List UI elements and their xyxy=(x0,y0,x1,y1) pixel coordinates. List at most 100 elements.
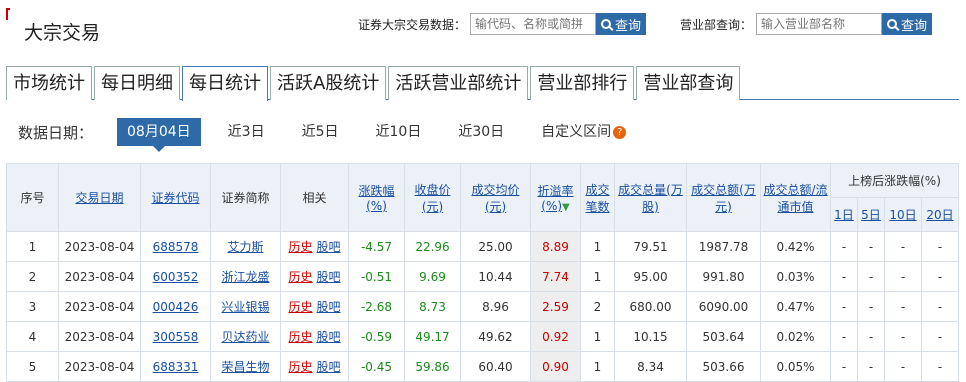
col-vol[interactable]: 成交总量(万股) xyxy=(614,163,687,232)
date-option-5d[interactable]: 近5日 xyxy=(292,118,349,146)
cell-date: 2023-08-04 xyxy=(58,351,141,382)
guba-link[interactable]: 股吧 xyxy=(317,240,341,254)
tab-market-stats[interactable]: 市场统计 xyxy=(6,66,92,100)
col-amt[interactable]: 成交总额(万元) xyxy=(686,163,761,232)
block-trade-table: 序号 交易日期 证券代码 证券简称 相关 涨跌幅(%) 收盘价(元) 成交均价(… xyxy=(6,163,960,382)
guba-link[interactable]: 股吧 xyxy=(317,330,341,344)
stock-name-link[interactable]: 浙江龙盛 xyxy=(221,270,269,284)
date-option-3d[interactable]: 近3日 xyxy=(218,118,275,146)
table-row: 1 2023-08-04 688578 艾力斯 历史 股吧 -4.57 22.96 25.00 8… xyxy=(6,231,960,262)
cell-related: 历史 股吧 xyxy=(280,261,349,292)
cell-related: 历史 股吧 xyxy=(280,351,349,382)
col-avg[interactable]: 成交均价(元) xyxy=(460,163,531,232)
cell-name[interactable]: 贝达药业 xyxy=(210,321,281,352)
sort-chg[interactable]: 涨跌幅(%) xyxy=(358,184,394,213)
history-link[interactable]: 历史 xyxy=(288,360,312,374)
tab-active-branches[interactable]: 活跃营业部统计 xyxy=(388,66,529,100)
tab-branch-ranking[interactable]: 营业部排行 xyxy=(530,66,635,100)
stock-code-link[interactable]: 688578 xyxy=(153,240,199,254)
sort-date[interactable]: 交易日期 xyxy=(75,191,123,205)
cell-seq: 3 xyxy=(6,291,59,322)
col-d5[interactable]: 5日 xyxy=(857,197,885,232)
col-premium[interactable]: 折溢率(%)▼ xyxy=(530,163,581,232)
cell-related: 历史 股吧 xyxy=(280,321,349,352)
history-link[interactable]: 历史 xyxy=(288,330,312,344)
cell-ratio: 0.03% xyxy=(760,261,831,292)
branch-search-input[interactable] xyxy=(756,13,883,35)
cell-code[interactable]: 300558 xyxy=(140,321,211,352)
cell-code[interactable]: 000426 xyxy=(140,291,211,322)
cell-premium: 8.89 xyxy=(530,231,581,262)
history-link[interactable]: 历史 xyxy=(288,300,312,314)
cell-name[interactable]: 艾力斯 xyxy=(210,231,281,262)
date-option-10d[interactable]: 近10日 xyxy=(366,118,432,146)
stock-name-link[interactable]: 荣昌生物 xyxy=(221,360,269,374)
tab-daily-stats[interactable]: 每日统计 xyxy=(182,66,268,101)
cell-d5: - xyxy=(857,351,885,382)
guba-link[interactable]: 股吧 xyxy=(317,270,341,284)
cell-d20: - xyxy=(920,321,960,352)
cell-date: 2023-08-04 xyxy=(58,291,141,322)
cell-date: 2023-08-04 xyxy=(58,231,141,262)
col-d10[interactable]: 10日 xyxy=(884,197,922,232)
col-after: 上榜后涨跌幅(%) xyxy=(830,163,959,198)
cell-code[interactable]: 688578 xyxy=(140,231,211,262)
col-code[interactable]: 证券代码 xyxy=(140,163,211,232)
sort-vol[interactable]: 成交总量(万股) xyxy=(618,183,683,214)
help-icon[interactable]: ? xyxy=(613,125,627,139)
cell-name[interactable]: 荣昌生物 xyxy=(210,351,281,382)
stock-code-link[interactable]: 300558 xyxy=(153,330,199,344)
guba-link[interactable]: 股吧 xyxy=(317,360,341,374)
col-close[interactable]: 收盘价(元) xyxy=(404,163,461,232)
sort-amt[interactable]: 成交总额(万元) xyxy=(691,183,756,214)
cell-avg: 10.44 xyxy=(460,261,531,292)
branch-search-button[interactable]: 查询 xyxy=(882,13,933,35)
cell-count: 1 xyxy=(580,231,615,262)
sort-count[interactable]: 成交笔数 xyxy=(585,183,609,214)
cell-vol: 8.34 xyxy=(614,351,687,382)
cell-chg: -4.57 xyxy=(348,231,405,262)
sort-d10[interactable]: 10日 xyxy=(889,208,916,222)
cell-chg: -0.59 xyxy=(348,321,405,352)
stock-code-link[interactable]: 600352 xyxy=(153,270,199,284)
date-option-custom[interactable]: 自定义区间? xyxy=(531,118,636,146)
tab-active-a-shares[interactable]: 活跃A股统计 xyxy=(270,66,387,100)
history-link[interactable]: 历史 xyxy=(288,270,312,284)
cell-name[interactable]: 兴业银锡 xyxy=(210,291,281,322)
guba-link[interactable]: 股吧 xyxy=(317,300,341,314)
sort-ratio[interactable]: 成交总额/流通市值 xyxy=(763,183,827,214)
cell-related: 历史 股吧 xyxy=(280,231,349,262)
stock-search-input[interactable] xyxy=(470,13,597,35)
col-ratio[interactable]: 成交总额/流通市值 xyxy=(760,163,831,232)
cell-code[interactable]: 688331 xyxy=(140,351,211,382)
date-option-30d[interactable]: 近30日 xyxy=(448,118,514,146)
stock-name-link[interactable]: 兴业银锡 xyxy=(221,300,269,314)
cell-ratio: 0.02% xyxy=(760,321,831,352)
stock-search-button[interactable]: 查询 xyxy=(596,13,647,35)
col-count[interactable]: 成交笔数 xyxy=(580,163,615,232)
cell-name[interactable]: 浙江龙盛 xyxy=(210,261,281,292)
cell-code[interactable]: 600352 xyxy=(140,261,211,292)
col-chg[interactable]: 涨跌幅(%) xyxy=(348,163,405,232)
sort-d1[interactable]: 1日 xyxy=(834,208,854,222)
sort-close[interactable]: 收盘价(元) xyxy=(414,183,450,214)
history-link[interactable]: 历史 xyxy=(288,240,312,254)
stock-name-link[interactable]: 艾力斯 xyxy=(227,240,263,254)
col-d20[interactable]: 20日 xyxy=(920,197,960,232)
sort-d20[interactable]: 20日 xyxy=(926,208,953,222)
tab-daily-detail[interactable]: 每日明细 xyxy=(94,66,180,100)
cell-amt: 503.64 xyxy=(686,321,761,352)
sort-code[interactable]: 证券代码 xyxy=(151,191,199,205)
stock-search-label: 证券大宗交易数据： xyxy=(358,17,467,32)
date-option-today[interactable]: 08月04日 xyxy=(117,118,201,152)
cell-date: 2023-08-04 xyxy=(58,321,141,352)
stock-code-link[interactable]: 000426 xyxy=(153,300,199,314)
stock-code-link[interactable]: 688331 xyxy=(153,360,199,374)
tab-branch-query[interactable]: 营业部查询 xyxy=(636,66,741,100)
sort-avg[interactable]: 成交均价(元) xyxy=(471,183,519,214)
col-d1[interactable]: 1日 xyxy=(830,197,858,232)
stock-name-link[interactable]: 贝达药业 xyxy=(221,330,269,344)
col-date[interactable]: 交易日期 xyxy=(58,163,141,232)
sort-d5[interactable]: 5日 xyxy=(861,208,881,222)
col-seq: 序号 xyxy=(6,163,59,232)
